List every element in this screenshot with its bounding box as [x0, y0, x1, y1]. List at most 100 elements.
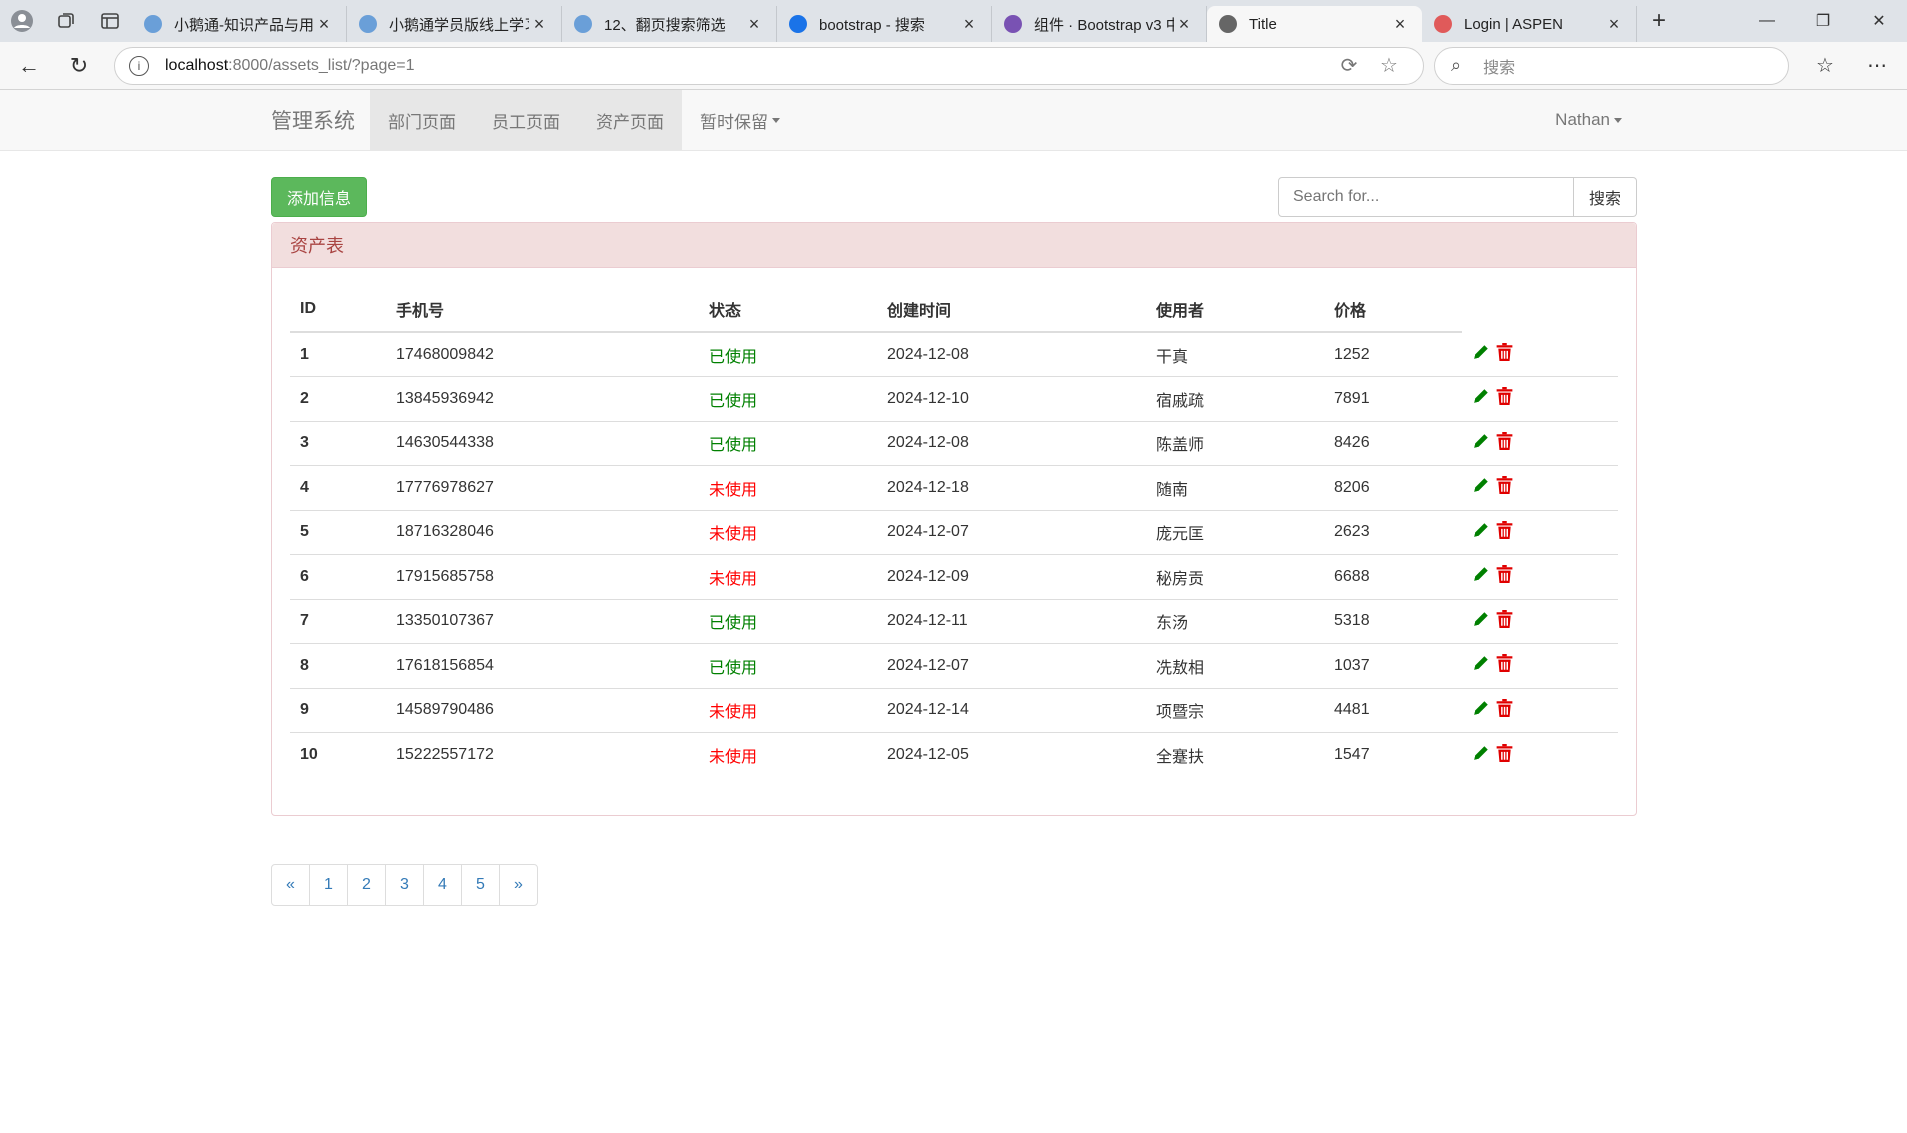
collections-icon[interactable]: [44, 0, 88, 42]
favorite-star-icon[interactable]: ☆: [1369, 53, 1409, 78]
refresh-icon[interactable]: ↻: [54, 42, 104, 90]
page-next[interactable]: »: [499, 864, 538, 906]
restore-icon[interactable]: ❐: [1795, 0, 1851, 42]
trash-icon[interactable]: [1496, 743, 1513, 767]
nav-employee[interactable]: 员工页面: [474, 90, 578, 150]
close-tab-icon[interactable]: ×: [744, 14, 764, 35]
close-window-icon[interactable]: ✕: [1851, 0, 1907, 42]
pencil-icon[interactable]: [1472, 432, 1490, 455]
trash-icon[interactable]: [1496, 654, 1513, 677]
search-button[interactable]: 搜索: [1574, 177, 1637, 217]
search-input[interactable]: [1278, 177, 1574, 217]
browser-tab[interactable]: 组件 · Bootstrap v3 中 ×: [992, 6, 1207, 42]
cell-id: 5: [290, 509, 386, 555]
close-tab-icon[interactable]: ×: [959, 14, 979, 35]
add-info-button[interactable]: 添加信息: [271, 177, 368, 217]
panel-body: ID 手机号 状态 创建时间 使用者 价格 1 17468009842 已使用 202…: [272, 268, 1636, 815]
close-tab-icon[interactable]: ×: [1390, 14, 1410, 35]
cell-created: 2024-12-05: [877, 732, 1146, 777]
browser-tab[interactable]: bootstrap - 搜索 ×: [777, 6, 992, 42]
url-host: localhost: [165, 56, 229, 74]
pencil-icon[interactable]: [1472, 387, 1490, 410]
tab-title: Login | ASPEN: [1464, 15, 1563, 33]
user-dropdown[interactable]: Nathan: [1555, 110, 1622, 130]
address-bar-row: ← ↻ i localhost:8000/assets_list/?page=1…: [0, 42, 1907, 90]
navbar-brand[interactable]: 管理系统: [256, 105, 370, 135]
page-link[interactable]: 2: [347, 864, 386, 906]
browser-tab[interactable]: 小鹅通学员版线上学习 ×: [347, 6, 562, 42]
page-link[interactable]: 4: [423, 864, 462, 906]
browser-tab[interactable]: Title ×: [1207, 6, 1422, 42]
cell-created: 2024-12-18: [877, 465, 1146, 510]
nav-reserved-dropdown[interactable]: 暂时保留: [682, 90, 798, 150]
translate-icon[interactable]: ⟳: [1329, 53, 1369, 78]
profile-icon[interactable]: [0, 0, 44, 42]
trash-icon[interactable]: [1496, 387, 1513, 410]
trash-icon[interactable]: [1496, 343, 1513, 366]
cell-actions: [1462, 732, 1618, 777]
site-info-icon[interactable]: i: [129, 55, 149, 76]
close-tab-icon[interactable]: ×: [1604, 14, 1624, 35]
col-price: 价格: [1324, 286, 1462, 333]
cell-id: 7: [290, 598, 386, 644]
cell-status: 未使用: [699, 687, 877, 733]
browser-tab-bar: 小鹅通-知识产品与用/× 小鹅通学员版线上学习 × 12、翻页搜索筛选 × bootstr…: [0, 0, 1907, 42]
new-tab-button[interactable]: +: [1637, 0, 1681, 42]
page-link[interactable]: 1: [309, 864, 348, 906]
trash-icon[interactable]: [1496, 431, 1513, 455]
trash-icon[interactable]: [1496, 609, 1513, 633]
pencil-icon[interactable]: [1472, 476, 1490, 499]
pencil-icon[interactable]: [1472, 565, 1490, 588]
back-icon[interactable]: ←: [4, 42, 54, 90]
trash-icon[interactable]: [1496, 520, 1513, 544]
tab-title: 12、翻页搜索筛选: [604, 16, 726, 34]
trash-icon[interactable]: [1496, 565, 1513, 588]
browser-search-field[interactable]: ⌕ 搜索: [1434, 46, 1789, 85]
cell-created: 2024-12-10: [877, 376, 1146, 421]
cell-price: 1547: [1324, 732, 1462, 777]
pencil-icon[interactable]: [1472, 521, 1490, 544]
more-menu-icon[interactable]: ⋯: [1851, 53, 1903, 78]
pencil-icon[interactable]: [1472, 744, 1490, 767]
page-link[interactable]: 5: [461, 864, 500, 906]
cell-id: 3: [290, 420, 386, 466]
browser-tab[interactable]: Login | ASPEN ×: [1422, 6, 1637, 42]
cell-id: 6: [290, 554, 386, 599]
tab-actions-icon[interactable]: [88, 0, 132, 42]
url-field[interactable]: i localhost:8000/assets_list/?page=1 ⟳ ☆: [114, 46, 1424, 85]
cell-user: 随南: [1146, 465, 1324, 510]
page-link[interactable]: 3: [385, 864, 424, 906]
cell-status: 已使用: [699, 376, 877, 421]
search-group: 搜索: [1278, 177, 1637, 217]
cell-phone: 17468009842: [396, 345, 494, 363]
minimize-icon[interactable]: —: [1739, 0, 1795, 42]
cell-user: 干真: [1156, 348, 1189, 366]
cell-actions: [1462, 509, 1618, 555]
cell-phone: 14589790486: [386, 687, 699, 733]
tab-favicon-icon: [359, 15, 377, 33]
browser-tab[interactable]: 小鹅通-知识产品与用/×: [132, 6, 347, 42]
tab-favicon-icon: [1004, 15, 1022, 33]
trash-icon[interactable]: [1496, 698, 1513, 722]
cell-phone: 13845936942: [386, 376, 699, 421]
cell-actions: [1462, 332, 1618, 377]
pencil-icon[interactable]: [1472, 343, 1490, 366]
browser-tab[interactable]: 12、翻页搜索筛选 ×: [562, 6, 777, 42]
close-tab-icon[interactable]: ×: [314, 14, 334, 35]
tab-title: bootstrap - 搜索: [819, 16, 925, 34]
cell-actions: [1462, 376, 1618, 421]
close-tab-icon[interactable]: ×: [529, 14, 549, 35]
nav-department[interactable]: 部门页面: [370, 90, 474, 150]
pencil-icon[interactable]: [1472, 610, 1490, 633]
close-tab-icon[interactable]: ×: [1174, 14, 1194, 35]
main-container: 添加信息 搜索 资产表 ID 手机号 状态 创建时间 使用者 价格: [271, 176, 1637, 906]
cell-status: 未使用: [699, 465, 877, 510]
cell-user: 项暨宗: [1146, 687, 1324, 733]
pencil-icon[interactable]: [1472, 654, 1490, 677]
favorites-icon[interactable]: ☆: [1799, 53, 1851, 78]
pencil-icon[interactable]: [1472, 699, 1490, 722]
nav-assets[interactable]: 资产页面: [578, 90, 682, 150]
cell-user: 东汤: [1146, 598, 1324, 644]
page-prev[interactable]: «: [271, 864, 310, 906]
trash-icon[interactable]: [1496, 476, 1513, 499]
